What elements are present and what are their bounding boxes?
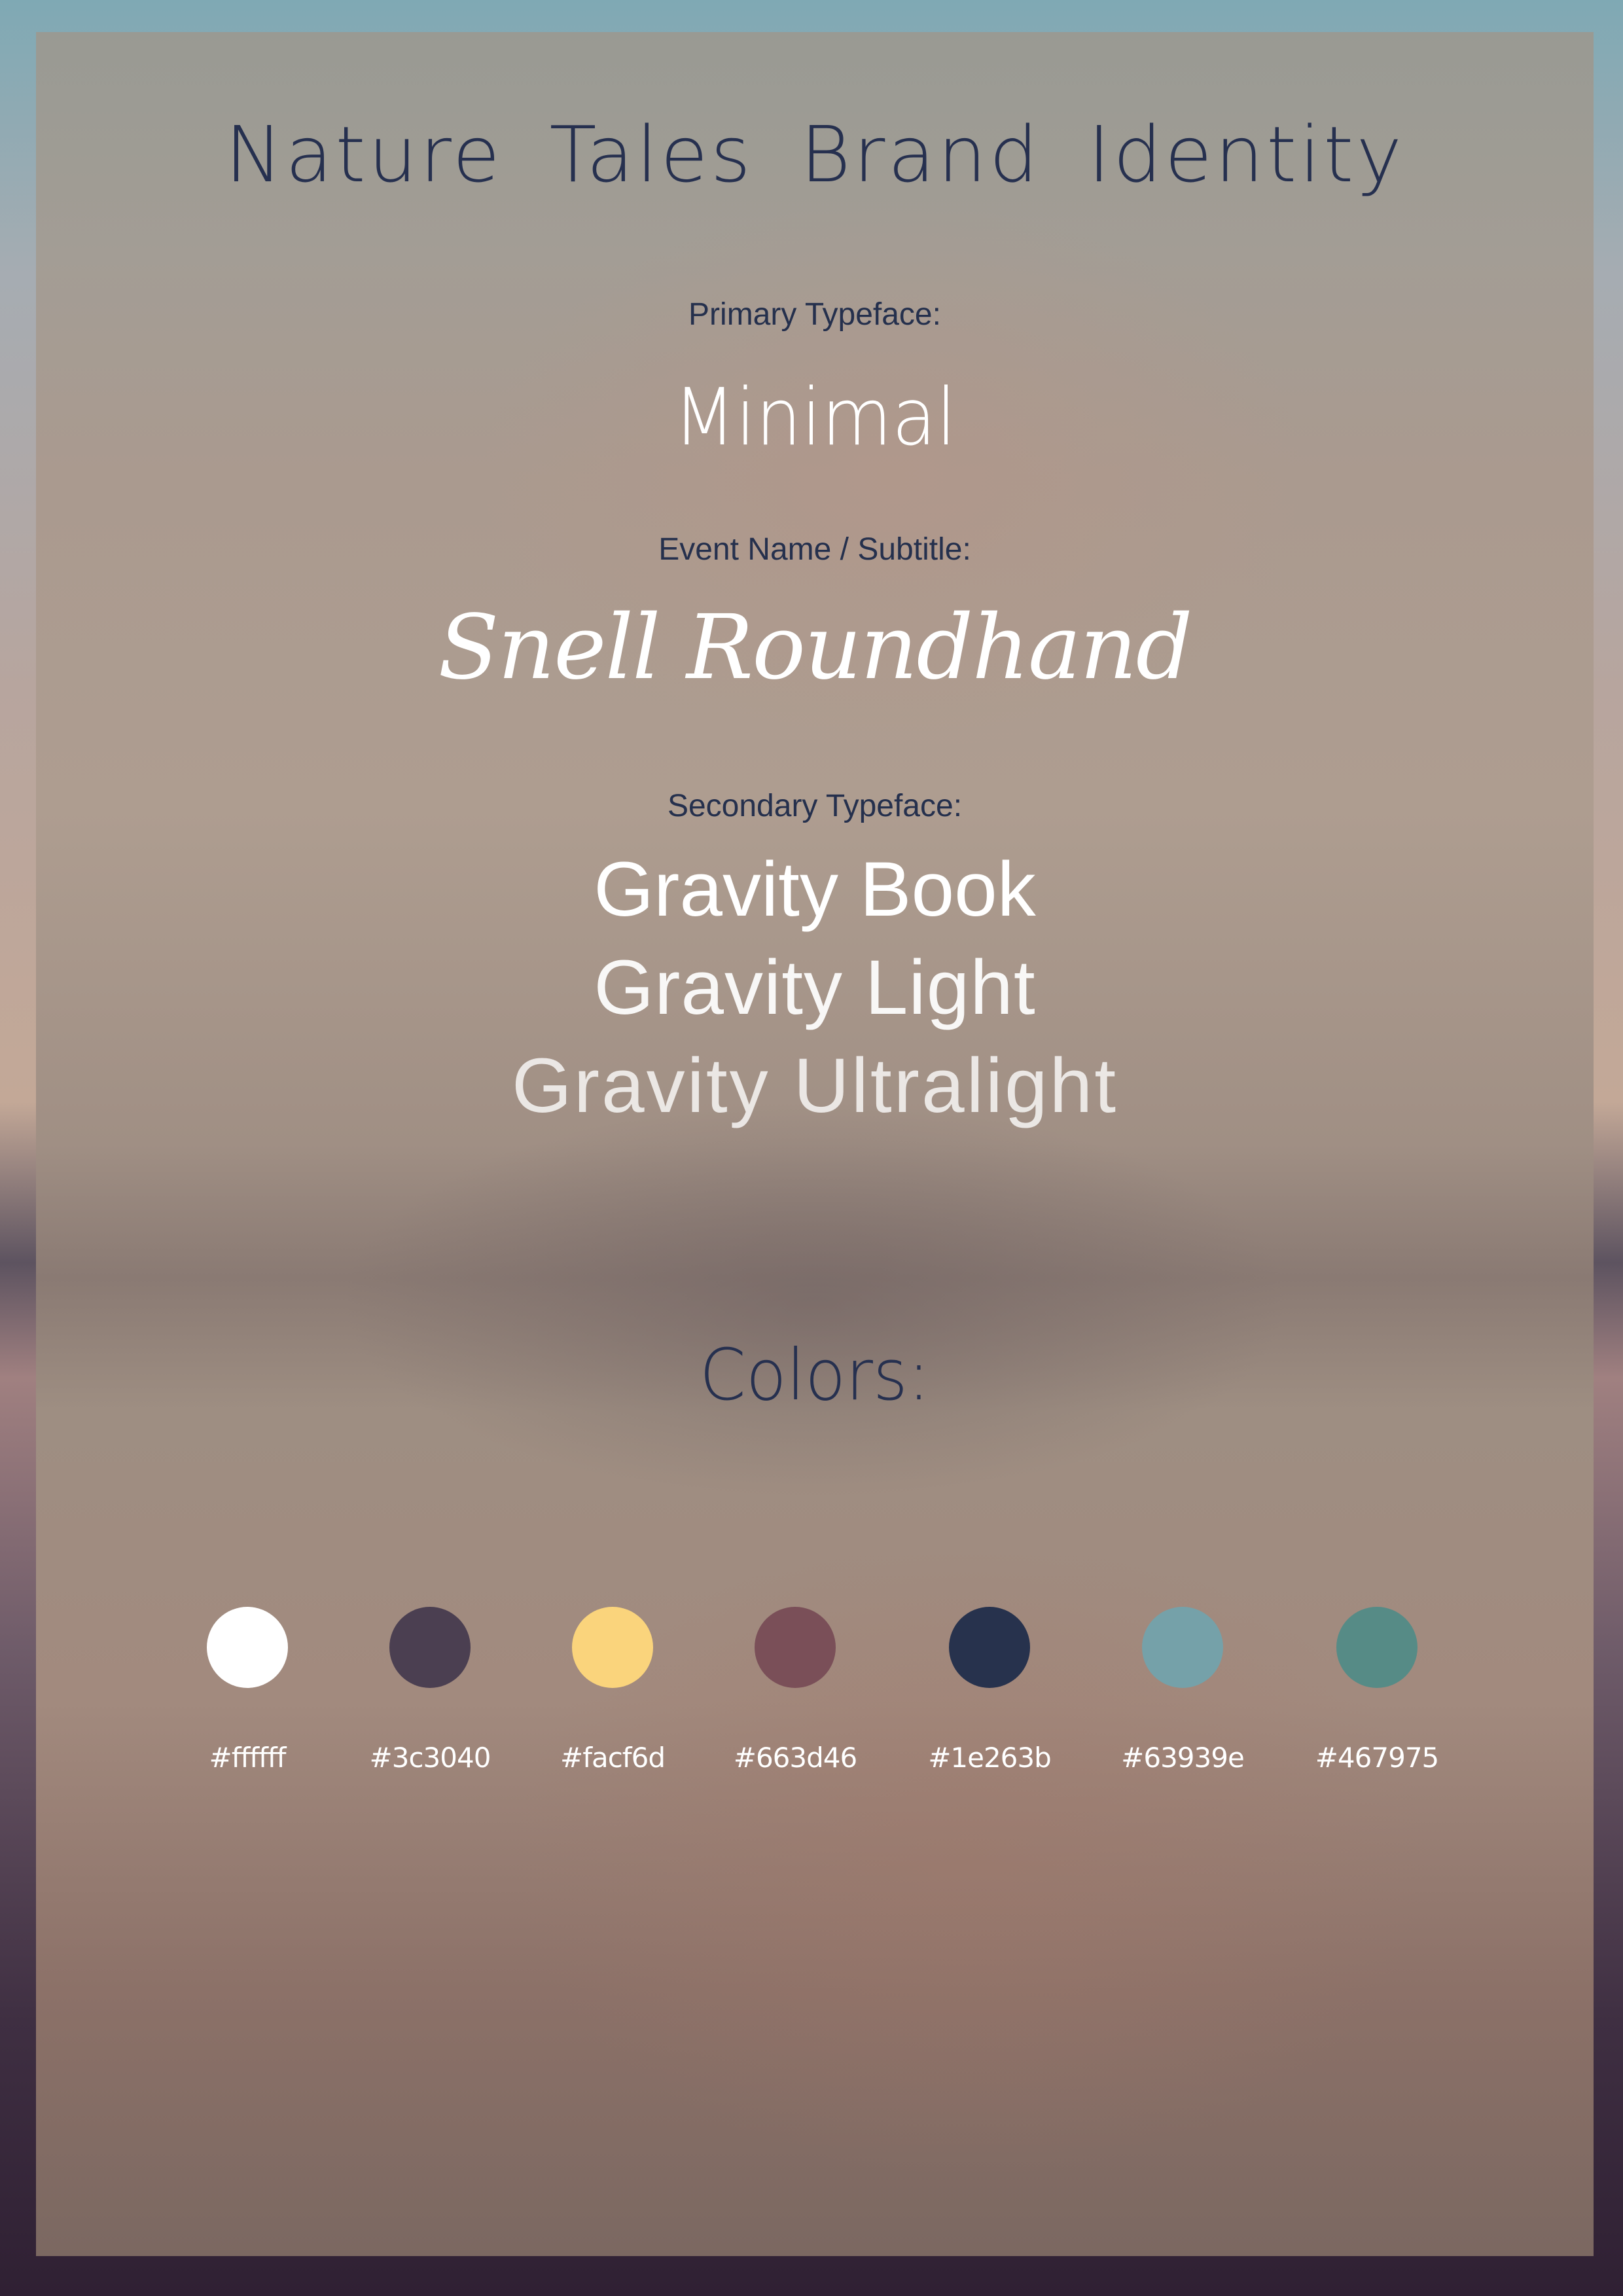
poster-title: Nature Tales Brand Identity bbox=[224, 109, 1405, 200]
color-swatch-label-6: #63939e bbox=[1121, 1742, 1245, 1774]
secondary-sample-light: Gravity Light bbox=[594, 944, 1036, 1031]
colors-heading: Colors: bbox=[699, 1335, 931, 1416]
secondary-sample-ultralight: Gravity Ultralight bbox=[511, 1043, 1118, 1129]
color-swatch-5 bbox=[949, 1607, 1030, 1688]
primary-typeface-sample: Minimal bbox=[673, 372, 957, 463]
color-swatch-1 bbox=[207, 1607, 288, 1688]
color-swatch-label-4: #663d46 bbox=[733, 1742, 857, 1774]
color-swatch-3 bbox=[572, 1607, 653, 1688]
primary-typeface-label: Primary Typeface: bbox=[688, 297, 941, 332]
color-swatch-4 bbox=[755, 1607, 836, 1688]
event-typeface-sample: Snell Roundhand bbox=[438, 596, 1192, 700]
color-swatch-label-7: #467975 bbox=[1315, 1742, 1440, 1774]
color-swatch-6 bbox=[1142, 1607, 1223, 1688]
color-swatch-label-1: #ffffff bbox=[209, 1742, 287, 1774]
event-typeface-label: Event Name / Subtitle: bbox=[658, 532, 971, 567]
secondary-typeface-label: Secondary Typeface: bbox=[667, 789, 963, 823]
color-swatch-label-5: #1e263b bbox=[928, 1742, 1052, 1774]
color-swatch-label-3: #facf6d bbox=[560, 1742, 666, 1774]
secondary-sample-book: Gravity Book bbox=[594, 846, 1036, 933]
color-swatch-2 bbox=[389, 1607, 471, 1688]
brand-poster: Nature Tales Brand Identity Primary Type… bbox=[36, 32, 1594, 2256]
color-swatch-label-2: #3c3040 bbox=[369, 1742, 491, 1774]
color-swatch-7 bbox=[1336, 1607, 1418, 1688]
